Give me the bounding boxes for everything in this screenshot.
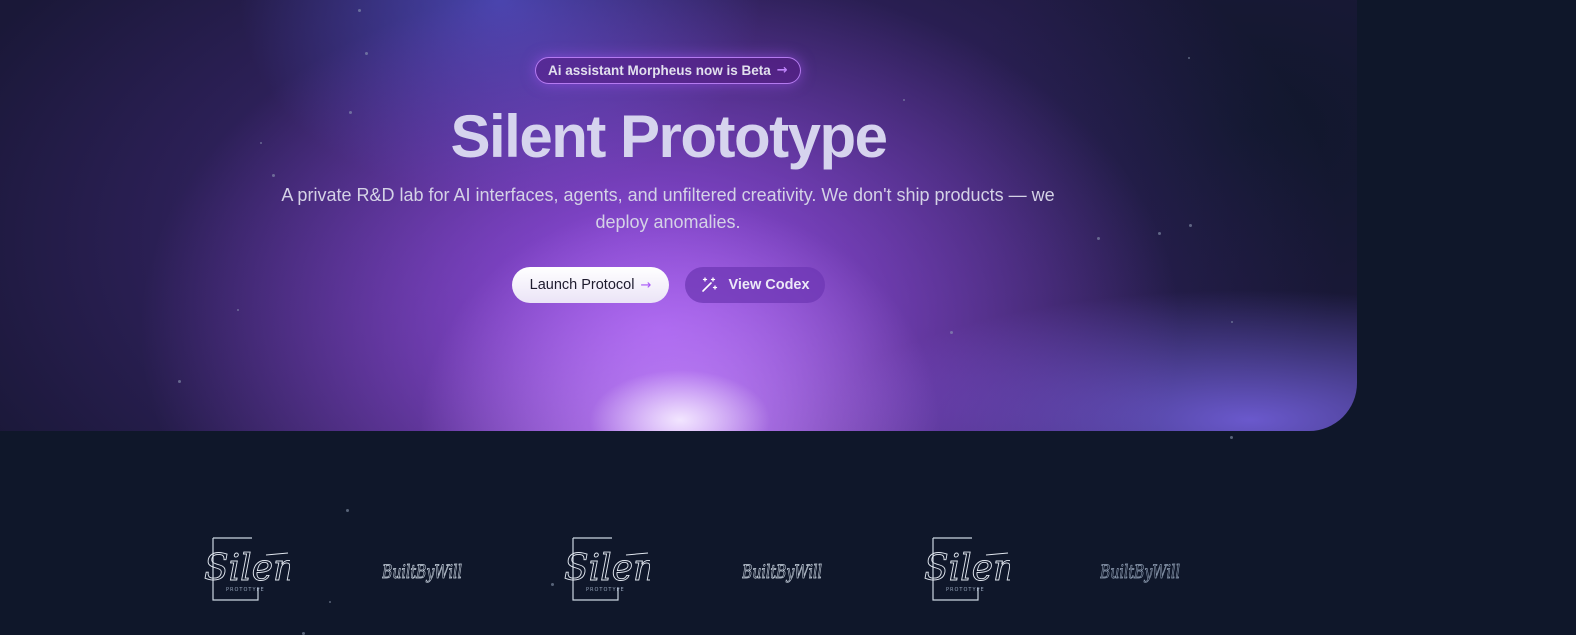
- star-decoration: [358, 9, 361, 12]
- svg-text:BuiltByWill: BuiltByWill: [742, 561, 822, 583]
- star-decoration: [1189, 224, 1192, 227]
- star-decoration: [1097, 237, 1100, 240]
- star-decoration: [903, 99, 905, 101]
- announcement-badge[interactable]: Ai assistant Morpheus now is Beta →: [535, 57, 801, 84]
- arrow-right-icon: →: [776, 63, 788, 78]
- svg-text:PROTOTYPE: PROTOTYPE: [226, 587, 265, 593]
- logo-strip: Silent PROTOTYPE BuiltByWill Silent PROT…: [0, 530, 1576, 610]
- star-decoration: [346, 509, 349, 512]
- builtbywill-logo: BuiltByWill: [742, 561, 822, 584]
- star-decoration: [237, 309, 239, 311]
- hero-subtitle: A private R&D lab for AI interfaces, age…: [281, 185, 1055, 232]
- star-decoration: [272, 174, 275, 177]
- silent-prototype-logo: Silent PROTOTYPE: [204, 537, 290, 601]
- landing-page: Ai assistant Morpheus now is Beta → Sile…: [0, 0, 1576, 635]
- svg-text:BuiltByWill: BuiltByWill: [1100, 561, 1180, 583]
- svg-text:PROTOTYPE: PROTOTYPE: [946, 587, 985, 593]
- view-codex-button[interactable]: View Codex: [685, 267, 825, 303]
- announcement-text: Ai assistant Morpheus now is Beta: [548, 63, 771, 78]
- svg-text:PROTOTYPE: PROTOTYPE: [586, 587, 625, 593]
- hero-section: Ai assistant Morpheus now is Beta → Sile…: [0, 0, 1357, 431]
- star-decoration: [950, 331, 953, 334]
- star-decoration: [1230, 436, 1233, 439]
- launch-protocol-label: Launch Protocol: [529, 277, 635, 293]
- star-decoration: [178, 380, 181, 383]
- star-decoration: [365, 52, 368, 55]
- star-decoration: [1231, 321, 1233, 323]
- builtbywill-logo: BuiltByWill: [1100, 561, 1180, 584]
- view-codex-label: View Codex: [728, 277, 810, 293]
- silent-prototype-logo: Silent PROTOTYPE: [924, 537, 1010, 601]
- magic-wand-icon: [702, 277, 718, 292]
- page-title: Silent Prototype: [450, 103, 888, 170]
- star-decoration: [1158, 232, 1161, 235]
- launch-protocol-button[interactable]: Launch Protocol →: [512, 267, 669, 303]
- star-decoration: [1188, 57, 1190, 59]
- builtbywill-logo: BuiltByWill: [382, 561, 462, 584]
- silent-prototype-logo: Silent PROTOTYPE: [564, 537, 650, 601]
- svg-text:BuiltByWill: BuiltByWill: [382, 561, 462, 583]
- arrow-right-icon: →: [640, 277, 652, 293]
